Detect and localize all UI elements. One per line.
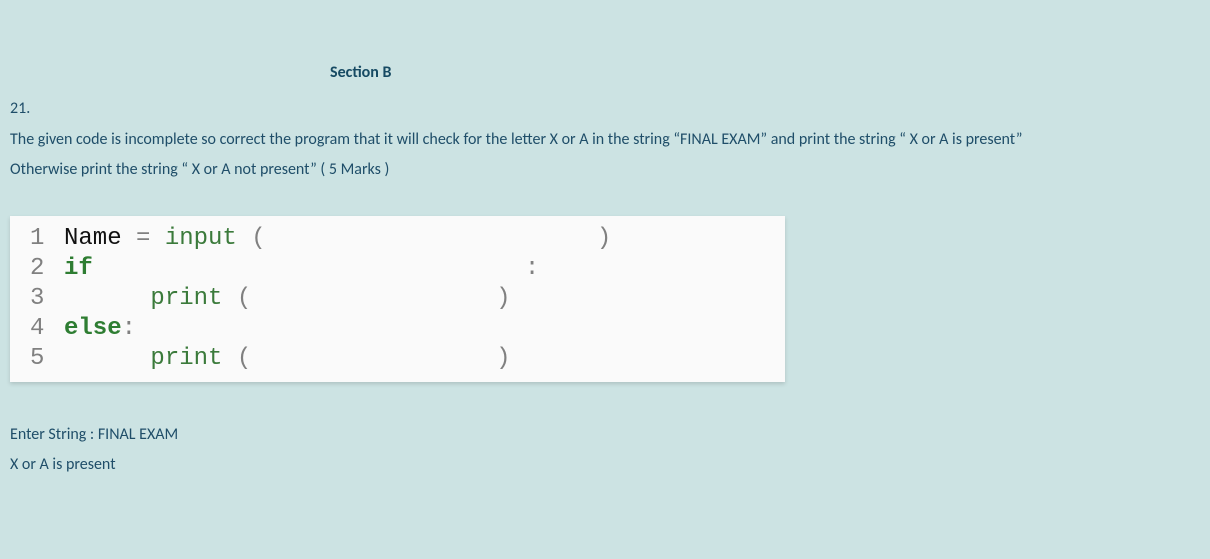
line-number: 5: [30, 344, 64, 374]
section-title: Section B: [10, 58, 1200, 88]
question-text-line-2: Otherwise print the string “ X or A not …: [10, 155, 1200, 185]
line-number: 3: [30, 284, 64, 314]
code-blank: [251, 285, 496, 312]
code-token-paren-close: ): [496, 345, 510, 372]
code-token-function: input: [150, 225, 251, 252]
question-number: 21.: [10, 94, 1200, 124]
code-token-operator: =: [136, 225, 150, 252]
line-number: 1: [30, 224, 64, 254]
output-line-2: X or A is present: [10, 450, 1200, 480]
code-token-paren-close: ): [496, 285, 510, 312]
code-blank: [251, 345, 496, 372]
code-token-paren-open: (: [237, 285, 251, 312]
code-token-function: print: [150, 345, 236, 372]
code-block: 1Name = input ( ) 2if : 3 print ( ) 4els…: [10, 216, 785, 382]
code-token-identifier: Name: [64, 225, 136, 252]
code-token-paren-open: (: [237, 345, 251, 372]
code-blank: [266, 225, 597, 252]
sample-output: Enter String : FINAL EXAM X or A is pres…: [10, 420, 1200, 481]
code-line-5: 5 print ( ): [30, 344, 769, 374]
code-line-4: 4else:: [30, 314, 769, 344]
code-indent: [64, 285, 150, 312]
code-token-paren-open: (: [251, 225, 265, 252]
line-number: 2: [30, 254, 64, 284]
output-line-1: Enter String : FINAL EXAM: [10, 420, 1200, 450]
code-token-keyword: else: [64, 315, 122, 342]
code-line-1: 1Name = input ( ): [30, 224, 769, 254]
code-line-3: 3 print ( ): [30, 284, 769, 314]
code-token-paren-close: ): [597, 225, 611, 252]
code-blank: [93, 255, 525, 282]
code-token-colon: :: [525, 255, 539, 282]
code-token-colon: :: [122, 315, 136, 342]
code-line-2: 2if :: [30, 254, 769, 284]
code-token-keyword: if: [64, 255, 93, 282]
line-number: 4: [30, 314, 64, 344]
question-text-line-1: The given code is incomplete so correct …: [10, 125, 1200, 155]
code-indent: [64, 345, 150, 372]
code-token-function: print: [150, 285, 236, 312]
